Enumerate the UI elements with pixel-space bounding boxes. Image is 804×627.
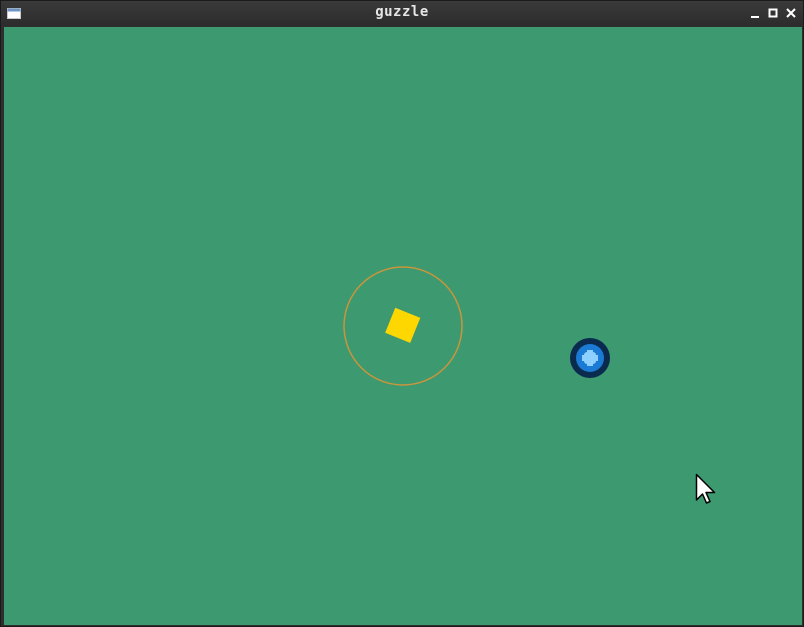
player-diamond <box>385 307 421 343</box>
blue-orb <box>570 338 610 378</box>
game-canvas[interactable] <box>4 27 802 625</box>
maximize-icon[interactable] <box>766 6 780 20</box>
window-title: guzzle <box>375 4 429 20</box>
close-icon[interactable] <box>784 6 798 20</box>
minimize-icon[interactable] <box>748 6 762 20</box>
game-scene <box>343 266 610 386</box>
game-window: guzzle <box>0 0 804 627</box>
title-bar[interactable]: guzzle <box>1 1 803 26</box>
